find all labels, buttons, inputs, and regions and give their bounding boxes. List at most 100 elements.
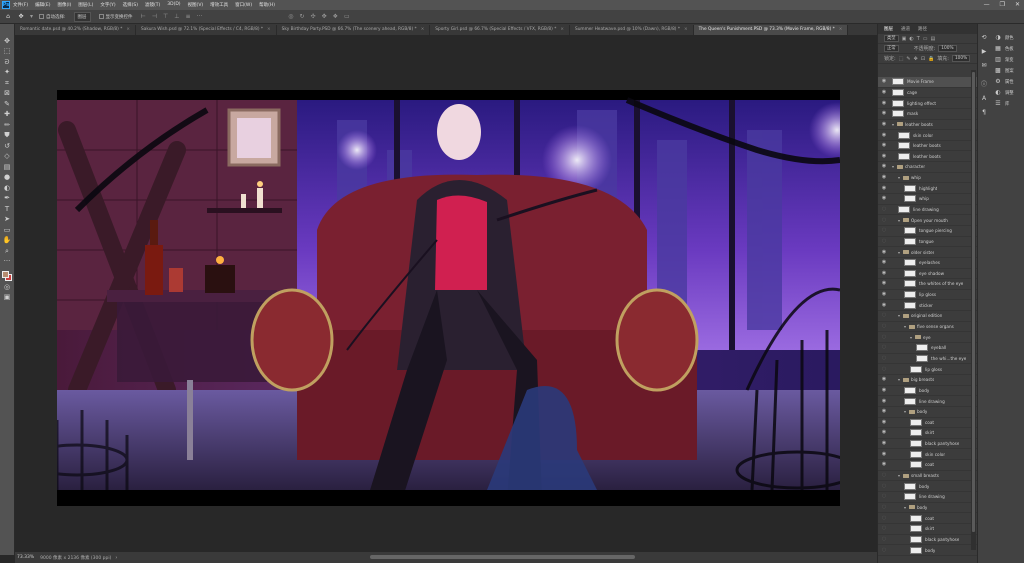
document-tab[interactable]: Sporty Girl.psd @ 66.7% (Special Effects…	[430, 25, 570, 35]
layer-row[interactable]: ○ line drawing	[878, 205, 978, 216]
align-top-icon[interactable]: ⊥	[174, 13, 179, 20]
visibility-eye-icon[interactable]: ◉	[880, 79, 888, 84]
dock-icon-button[interactable]: ⟲	[978, 32, 992, 43]
history-brush-tool-icon[interactable]: ↺	[2, 141, 12, 151]
layer-row[interactable]: ○ body	[878, 481, 978, 492]
visibility-eye-icon[interactable]: ◉	[880, 89, 888, 95]
layer-row[interactable]: ◉ sticker	[878, 300, 978, 312]
layer-group-row[interactable]: ◉ ▾ body	[878, 407, 978, 418]
visibility-eye-icon[interactable]: ○	[880, 473, 888, 478]
dock-panel-button[interactable]: ▥ 渐变	[992, 54, 1013, 65]
visibility-eye-icon[interactable]: ◉	[880, 260, 888, 265]
tab-close-icon[interactable]: ×	[839, 27, 843, 35]
visibility-eye-icon[interactable]: ○	[880, 504, 888, 510]
layer-row[interactable]: ◉ body	[878, 386, 978, 397]
document-tab[interactable]: Sky Birthday Party.PSD @ 66.7% (The scen…	[276, 25, 431, 35]
paragraph-icon[interactable]: ¶	[980, 109, 988, 116]
lasso-tool-icon[interactable]: ᘐ	[2, 57, 12, 67]
layer-row[interactable]: ○ black pantyhose	[878, 535, 978, 546]
dock-panel-button[interactable]: ◐ 调整	[992, 87, 1013, 98]
visibility-eye-icon[interactable]: ◉	[880, 419, 888, 425]
visibility-eye-icon[interactable]: ◉	[880, 164, 888, 169]
menu-item[interactable]: 滤镜(T)	[145, 2, 160, 8]
layer-group-row[interactable]: ○ ▾ Open your mouth	[878, 215, 978, 226]
auto-select-dropdown[interactable]: 图层	[73, 11, 91, 22]
align-center-icon[interactable]: ⊣	[152, 13, 157, 20]
visibility-eye-icon[interactable]: ◉	[880, 462, 888, 467]
dock-icon-button[interactable]: A	[978, 93, 992, 104]
layer-row[interactable]: ◉ eye shadow	[878, 269, 978, 280]
layer-row[interactable]: ○ eyeball	[878, 343, 978, 354]
visibility-eye-icon[interactable]: ◉	[880, 398, 888, 404]
dock-panel-button[interactable]: ▦ 色板	[992, 43, 1013, 54]
visibility-eye-icon[interactable]: ◉	[880, 143, 888, 148]
visibility-eye-icon[interactable]: ◉	[880, 153, 888, 159]
visibility-eye-icon[interactable]: ○	[880, 536, 888, 542]
rotate-3d-icon[interactable]: ↻	[300, 13, 305, 20]
tab-close-icon[interactable]: ×	[684, 27, 688, 35]
layer-row[interactable]: ○ the whi...the eye	[878, 354, 978, 365]
layer-row[interactable]: ○ tongue piercing	[878, 226, 978, 237]
document-tab[interactable]: Summer Heatwave.psd @ 10% (Dawn), RGB/8)…	[569, 25, 694, 35]
layer-row[interactable]: ◉ highlight	[878, 183, 978, 195]
visibility-eye-icon[interactable]: ○	[880, 313, 888, 318]
layer-group-row[interactable]: ◉ ▾ character	[878, 162, 978, 173]
blend-mode-dropdown[interactable]: 正常	[884, 45, 899, 52]
dock-icon-button[interactable]: ▶	[978, 46, 992, 57]
layer-group-row[interactable]: ○ ▾ original edition	[878, 311, 978, 322]
document-tab[interactable]: Romantic date.psd @ 40.2% (Shadow, RGB/8…	[15, 25, 136, 35]
info-icon[interactable]: ⓘ	[980, 81, 988, 88]
character-icon[interactable]: A	[980, 95, 988, 102]
roll-3d-icon[interactable]: ✣	[311, 13, 316, 20]
frame-tool-icon[interactable]: ⊠	[2, 89, 12, 99]
blur-tool-icon[interactable]: ●	[2, 173, 12, 183]
lock-position-icon[interactable]: ✥	[914, 56, 918, 62]
auto-select-checkbox[interactable]	[39, 14, 45, 19]
more-options-icon[interactable]: ···	[197, 13, 203, 20]
magic-wand-tool-icon[interactable]: ✦	[2, 68, 12, 78]
visibility-eye-icon[interactable]: ◉	[880, 302, 888, 308]
layer-row[interactable]: ◉ mask	[878, 109, 978, 120]
marquee-tool-icon[interactable]: ⬚	[2, 47, 12, 57]
menu-item[interactable]: 文件(F)	[13, 2, 28, 8]
visibility-eye-icon[interactable]: ○	[880, 494, 888, 499]
layer-row[interactable]: ○ body	[878, 545, 978, 556]
visibility-eye-icon[interactable]: ◉	[880, 270, 888, 276]
layer-row[interactable]: ○ lip gloss	[878, 364, 978, 375]
slide-3d-icon[interactable]: ❖	[333, 13, 338, 20]
dock-panel-button[interactable]: ▩ 图案	[992, 65, 1013, 76]
layer-row[interactable]: ◉ cage	[878, 88, 978, 99]
layer-row[interactable]: ◉ leather boots	[878, 151, 978, 163]
foreground-color-swatch[interactable]	[2, 271, 9, 278]
menu-item[interactable]: 帮助(H)	[259, 2, 275, 8]
status-menu-arrow-icon[interactable]: ›	[115, 555, 117, 561]
eraser-tool-icon[interactable]: ◇	[2, 152, 12, 162]
layer-row[interactable]: ◉ coat	[878, 460, 978, 471]
zoom-tool-icon[interactable]: ⌕	[2, 246, 12, 256]
visibility-eye-icon[interactable]: ◉	[880, 409, 888, 414]
canvas-area[interactable]	[15, 35, 877, 549]
filter-shape-icon[interactable]: ▭	[923, 36, 928, 42]
menu-item[interactable]: 3D(D)	[167, 2, 180, 8]
visibility-eye-icon[interactable]: ○	[880, 228, 888, 233]
visibility-eye-icon[interactable]: ○	[880, 483, 888, 489]
layer-row[interactable]: ◉ lighting effect	[878, 98, 978, 109]
dodge-tool-icon[interactable]: ◐	[2, 183, 12, 193]
show-transform-checkbox[interactable]	[98, 14, 104, 19]
layer-group-row[interactable]: ◉ ▾ whip	[878, 173, 978, 184]
visibility-eye-icon[interactable]: ◉	[880, 196, 888, 201]
visibility-eye-icon[interactable]: ○	[880, 334, 888, 340]
fill-input[interactable]: 100%	[951, 55, 971, 62]
visibility-eye-icon[interactable]: ○	[880, 366, 888, 372]
lock-paint-icon[interactable]: ✎	[906, 56, 910, 62]
visibility-eye-icon[interactable]: ○	[880, 515, 888, 521]
layer-row[interactable]: ◉ the whites of the eye	[878, 279, 978, 290]
visibility-eye-icon[interactable]: ◉	[880, 121, 888, 127]
layer-row[interactable]: ◉ eyelashes	[878, 258, 978, 269]
filter-adjustment-icon[interactable]: ◐	[909, 36, 913, 42]
layer-row[interactable]: ◉ skin color	[878, 449, 978, 461]
layer-row[interactable]: ◉ coat	[878, 418, 978, 429]
menu-item[interactable]: 文字(Y)	[100, 2, 115, 8]
layer-row[interactable]: ◉ leather boots	[878, 141, 978, 152]
lock-all-icon[interactable]: 🔒	[928, 56, 934, 62]
